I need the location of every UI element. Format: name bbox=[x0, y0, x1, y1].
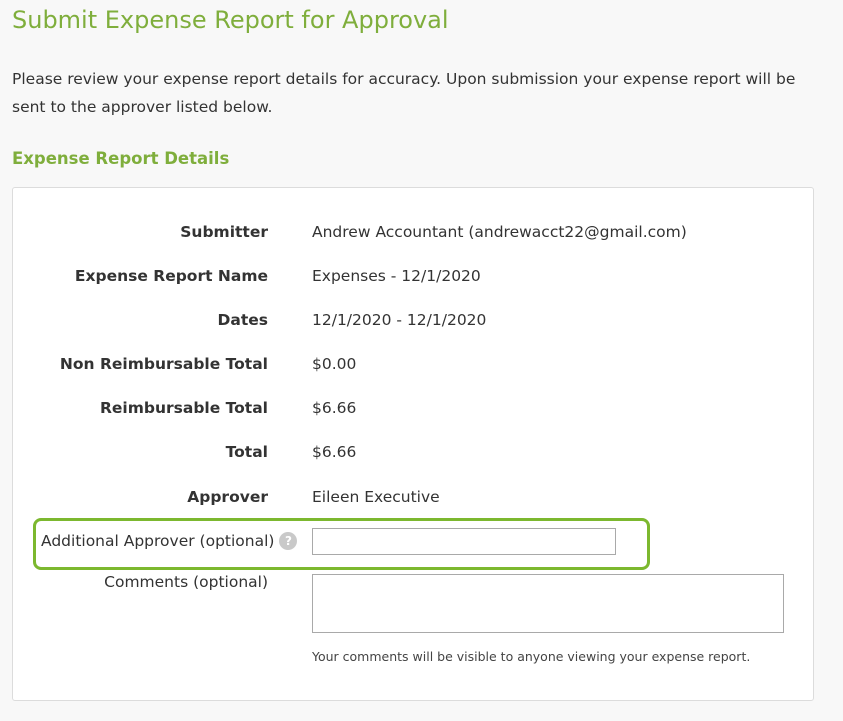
submitter-value: Andrew Accountant (andrewacct22@gmail.co… bbox=[312, 223, 687, 241]
report-name-label: Expense Report Name bbox=[74, 267, 268, 285]
submitter-label: Submitter bbox=[180, 223, 268, 241]
reimbursable-total-label: Reimbursable Total bbox=[99, 399, 268, 417]
additional-approver-input[interactable] bbox=[312, 528, 616, 555]
additional-approver-label-group: Additional Approver (optional) ? bbox=[41, 532, 298, 550]
help-icon[interactable]: ? bbox=[279, 532, 298, 550]
comments-label: Comments (optional) bbox=[104, 573, 268, 591]
comments-textarea[interactable] bbox=[312, 574, 784, 633]
total-label: Total bbox=[225, 443, 268, 461]
reimbursable-total-value: $6.66 bbox=[312, 399, 357, 417]
additional-approver-label: Additional Approver (optional) bbox=[41, 532, 275, 550]
dates-value: 12/1/2020 - 12/1/2020 bbox=[312, 311, 487, 329]
non-reimbursable-total-value: $0.00 bbox=[312, 355, 357, 373]
section-title: Expense Report Details bbox=[12, 149, 230, 168]
submit-expense-report-page: Submit Expense Report for Approval Pleas… bbox=[0, 0, 843, 721]
approver-label: Approver bbox=[187, 488, 268, 506]
comments-help-text: Your comments will be visible to anyone … bbox=[312, 649, 751, 664]
approver-value: Eileen Executive bbox=[312, 488, 440, 506]
page-title: Submit Expense Report for Approval bbox=[12, 6, 449, 34]
intro-text: Please review your expense report detail… bbox=[12, 70, 796, 116]
report-name-value: Expenses - 12/1/2020 bbox=[312, 267, 481, 285]
total-value: $6.66 bbox=[312, 443, 357, 461]
non-reimbursable-total-label: Non Reimbursable Total bbox=[59, 355, 268, 373]
dates-label: Dates bbox=[217, 311, 268, 329]
expense-report-details-panel: Submitter Andrew Accountant (andrewacct2… bbox=[12, 187, 814, 701]
